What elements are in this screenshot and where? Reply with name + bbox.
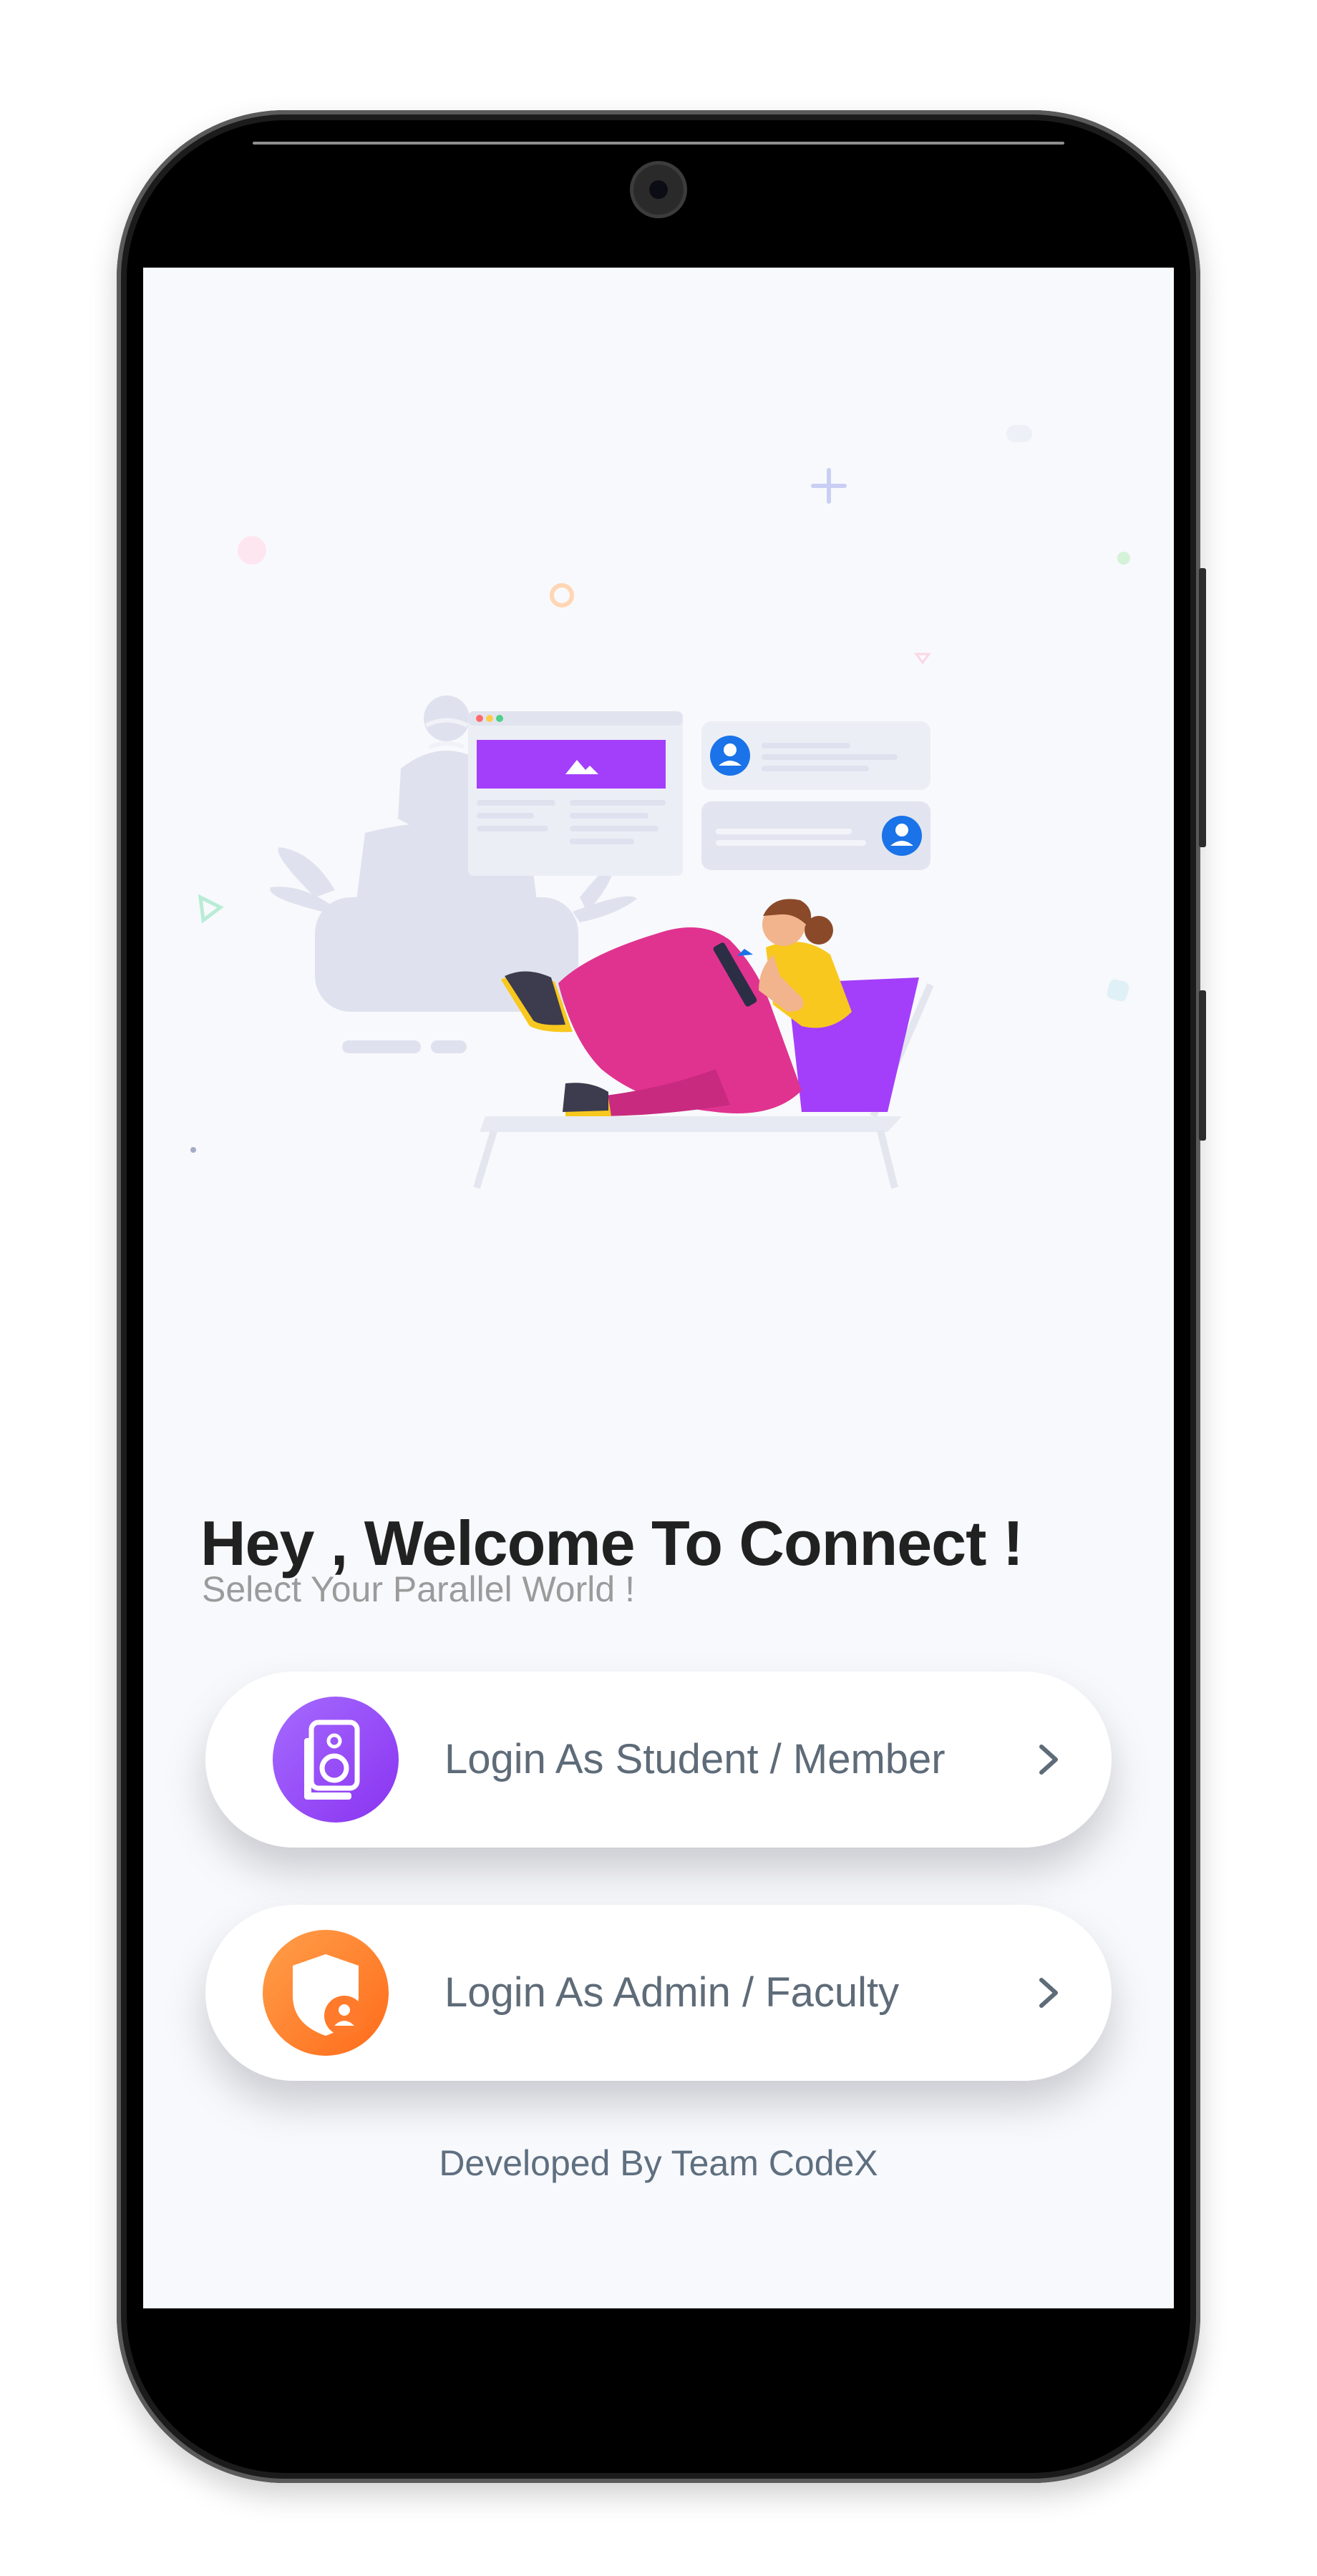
decorative-triangle-icon	[914, 653, 931, 665]
decorative-square-icon	[1107, 979, 1129, 1002]
profile-card-top	[701, 721, 930, 790]
login-student-button[interactable]: Login As Student / Member	[205, 1672, 1112, 1848]
welcome-subtitle: Select Your Parallel World !	[202, 1569, 635, 1609]
student-badge-icon	[273, 1697, 399, 1823]
profile-card-bottom	[701, 801, 930, 870]
browser-window-card	[468, 711, 683, 876]
developer-credit: Developed By Team CodeX	[439, 2143, 878, 2183]
login-admin-label: Login As Admin / Faculty	[444, 1969, 900, 2016]
decorative-ring-icon	[550, 583, 574, 608]
chevron-right-icon	[1039, 1978, 1058, 2008]
login-admin-button[interactable]: Login As Admin / Faculty	[205, 1905, 1112, 2081]
decorative-dot-icon	[190, 1147, 196, 1153]
decorative-dot-icon	[1117, 552, 1130, 565]
chevron-right-icon	[1039, 1745, 1058, 1775]
decorative-triangle-icon	[198, 894, 224, 924]
stage: Hey , Welcome To Connect ! Select Your P…	[0, 0, 1317, 2576]
volume-button	[1199, 568, 1206, 847]
decorative-plus-icon	[811, 468, 847, 504]
decorative-dot-icon	[238, 536, 266, 565]
hero-illustration	[190, 425, 1130, 1189]
decorative-dot-icon	[1006, 425, 1032, 442]
app-screen: Hey , Welcome To Connect ! Select Your P…	[143, 268, 1174, 2308]
phone-top-rim	[253, 142, 1064, 145]
login-student-label: Login As Student / Member	[444, 1736, 946, 1782]
front-camera	[633, 165, 684, 215]
power-button	[1199, 990, 1206, 1141]
admin-shield-icon	[263, 1930, 389, 2056]
